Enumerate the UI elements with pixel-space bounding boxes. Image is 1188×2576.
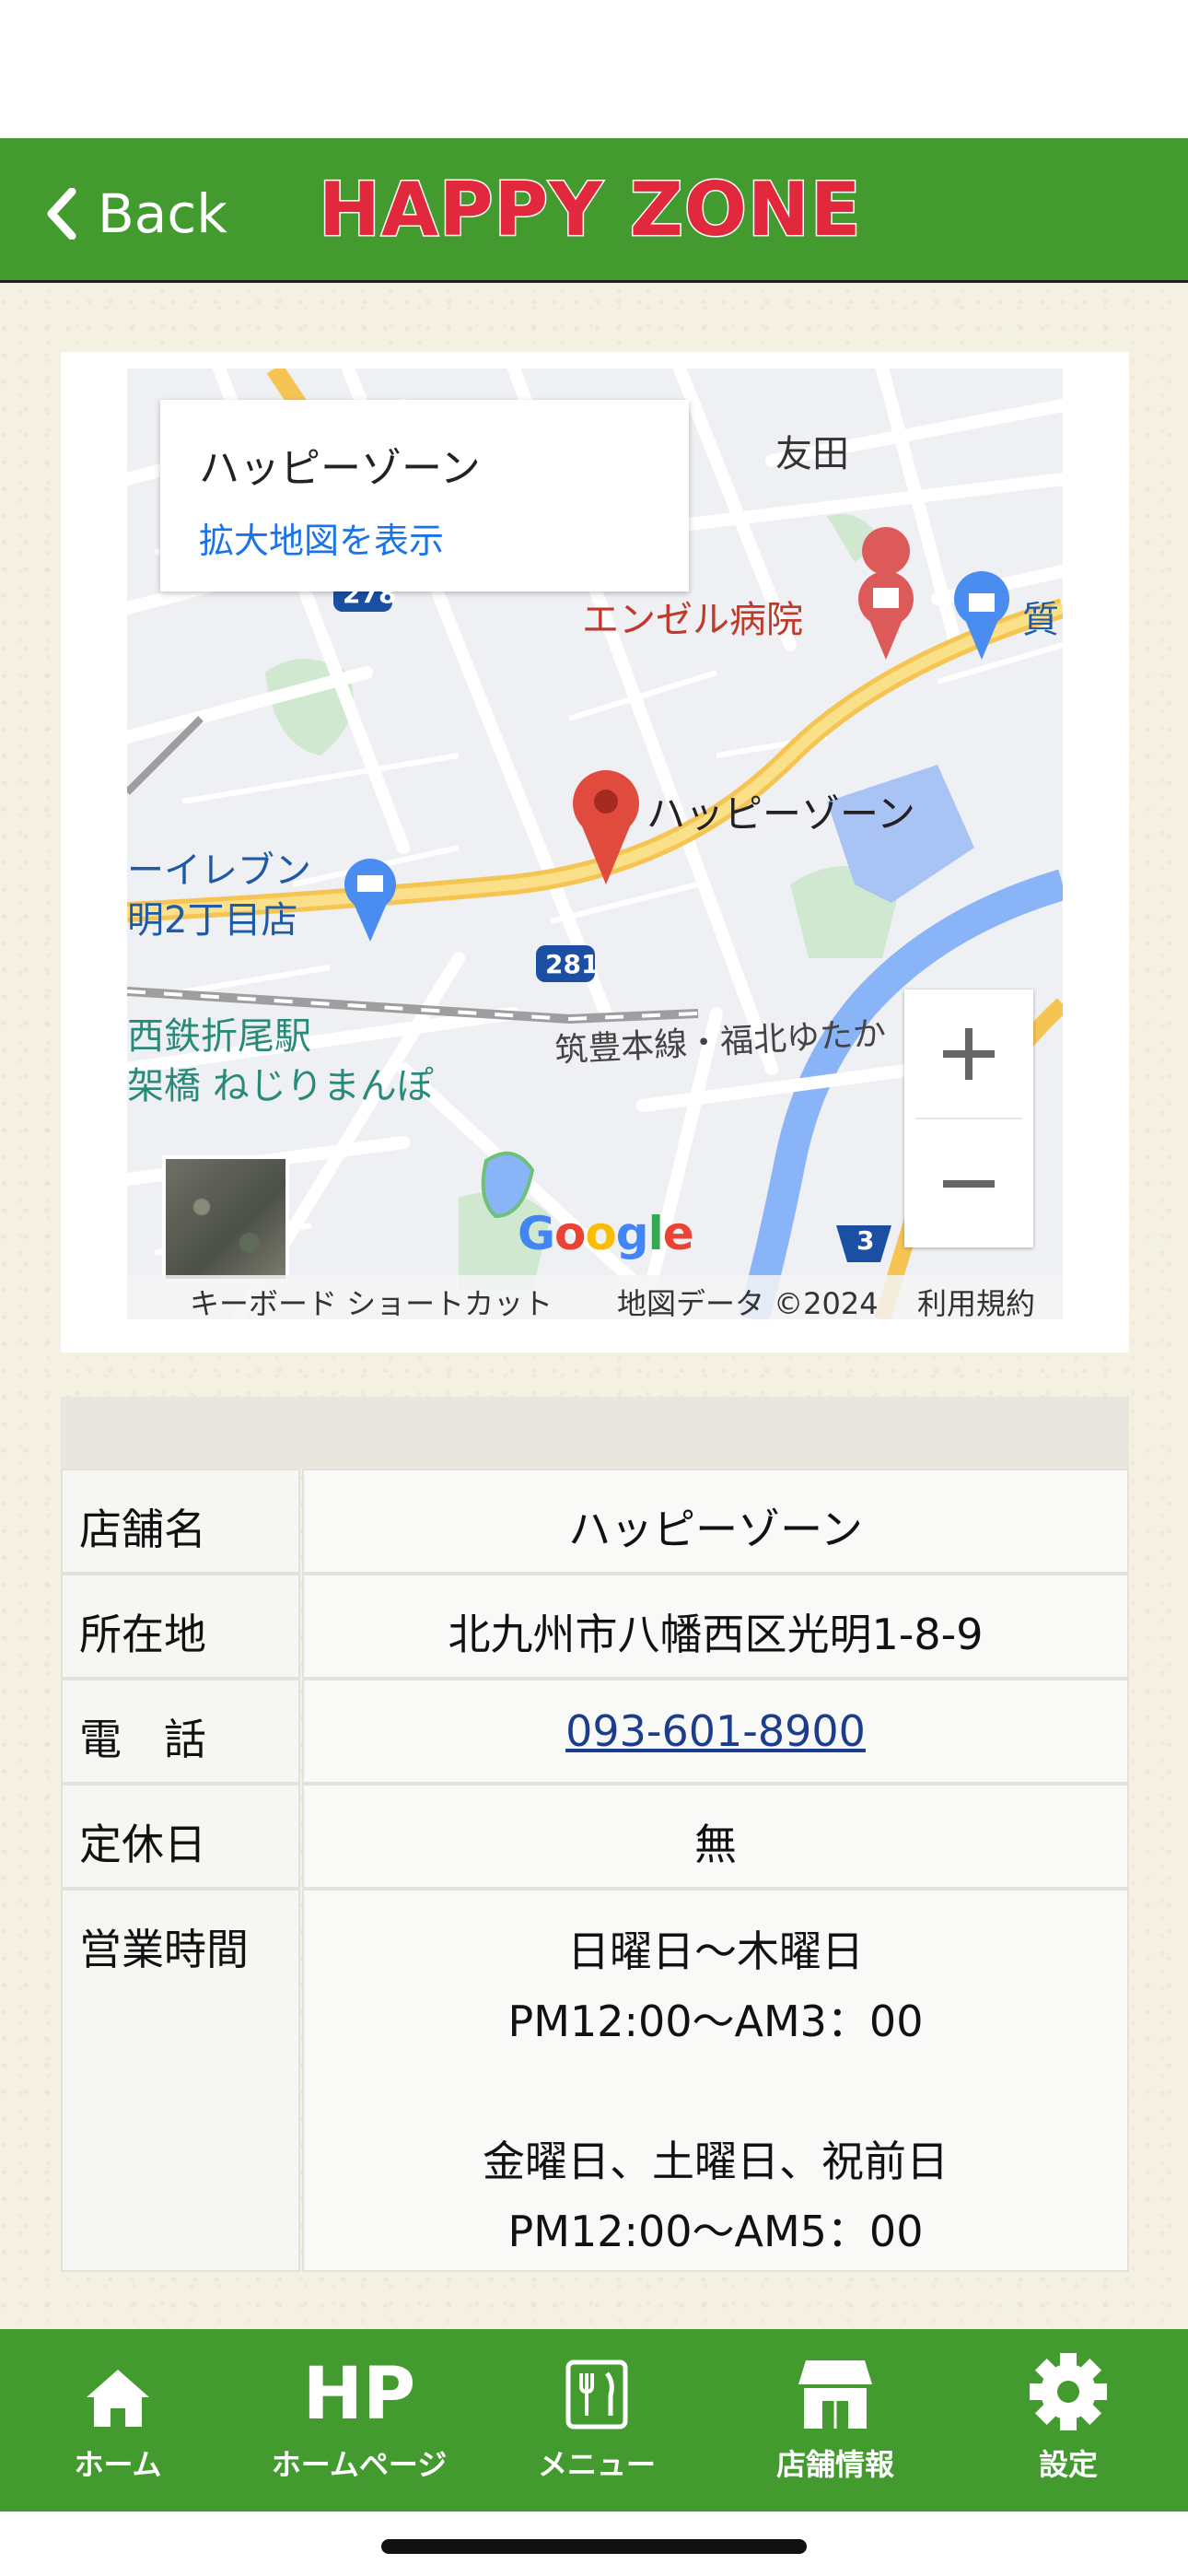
info-table-header bbox=[61, 1397, 1129, 1469]
tab-settings[interactable]: 設定 bbox=[1022, 2329, 1114, 2512]
satellite-toggle[interactable] bbox=[162, 1155, 289, 1282]
map-card: ハッピーゾーン 拡大地図を表示 友田 エンゼル病院 質 ハッピーゾーン ーイレブ… bbox=[61, 352, 1129, 1352]
road-shield-281: 281 bbox=[545, 949, 600, 979]
info-row-closed: 定休日 無 bbox=[61, 1784, 1129, 1889]
map-data-attribution: 地図データ ©2024 bbox=[617, 1286, 879, 1319]
zoom-in-button[interactable] bbox=[904, 989, 1033, 1118]
info-row-phone: 電 話 093-601-8900 bbox=[61, 1679, 1129, 1784]
hours-line: 日曜日～木曜日 bbox=[567, 1926, 864, 1976]
back-button[interactable]: Back bbox=[44, 182, 227, 245]
info-value-hours: 日曜日～木曜日 PM12:00～AM3：00 金曜日、土曜日、祝前日 PM12:… bbox=[302, 1889, 1129, 2272]
map-label-partial: 質 bbox=[1022, 599, 1059, 641]
tab-homepage[interactable]: HP ホームページ bbox=[262, 2329, 457, 2512]
home-indicator[interactable] bbox=[381, 2539, 807, 2554]
info-label: 定休日 bbox=[61, 1784, 300, 1889]
hp-icon: HP bbox=[302, 2353, 416, 2436]
status-bar bbox=[0, 0, 1188, 138]
map-label-station-1: 西鉄折尾駅 bbox=[127, 1015, 311, 1058]
info-row-hours: 営業時間 日曜日～木曜日 PM12:00～AM3：00 金曜日、土曜日、祝前日 … bbox=[61, 1889, 1129, 2272]
map-info-window: ハッピーゾーン 拡大地図を表示 bbox=[160, 400, 689, 591]
info-label: 店舗名 bbox=[61, 1469, 300, 1574]
map-zoom-control bbox=[904, 989, 1033, 1247]
map-attribution: キーボード ショートカット 地図データ ©2024 利用規約 bbox=[127, 1275, 1063, 1319]
tab-label: メニュー bbox=[537, 2447, 656, 2482]
map-view[interactable]: ハッピーゾーン 拡大地図を表示 友田 エンゼル病院 質 ハッピーゾーン ーイレブ… bbox=[127, 369, 1063, 1319]
tab-shop-info[interactable]: 店舗情報 bbox=[766, 2329, 904, 2512]
terms-link[interactable]: 利用規約 bbox=[917, 1281, 1035, 1319]
road-shield-278: 278 bbox=[343, 579, 397, 609]
info-row-address: 所在地 北九州市八幡西区光明1-8-9 bbox=[61, 1574, 1129, 1679]
tab-label: ホーム bbox=[74, 2447, 162, 2482]
info-label: 電 話 bbox=[61, 1679, 300, 1784]
info-value-address: 北九州市八幡西区光明1-8-9 bbox=[302, 1574, 1129, 1679]
google-logo: Google bbox=[518, 1207, 694, 1260]
keyboard-shortcuts-link[interactable]: キーボード ショートカット bbox=[190, 1281, 553, 1319]
hours-line: 金曜日、土曜日、祝前日 bbox=[483, 2137, 949, 2186]
map-label-tomoda: 友田 bbox=[775, 433, 849, 475]
hours-line: PM12:00～AM5：00 bbox=[507, 2207, 924, 2256]
gear-icon bbox=[1030, 2353, 1107, 2430]
tab-menu[interactable]: メニュー bbox=[529, 2329, 665, 2512]
tab-label: 店舗情報 bbox=[775, 2447, 894, 2482]
shop-icon bbox=[798, 2360, 872, 2429]
phone-link[interactable]: 093-601-8900 bbox=[565, 1706, 866, 1756]
app-logo: HAPPY ZONE bbox=[318, 167, 863, 252]
tab-label: ホームページ bbox=[271, 2447, 448, 2482]
info-value-name: ハッピーゾーン bbox=[302, 1469, 1129, 1574]
info-value-closed: 無 bbox=[302, 1784, 1129, 1889]
map-label-seven-eleven-2: 明2丁目店 bbox=[127, 899, 298, 942]
info-row-name: 店舗名 ハッピーゾーン bbox=[61, 1469, 1129, 1574]
info-value-phone: 093-601-8900 bbox=[302, 1679, 1129, 1784]
menu-icon bbox=[565, 2359, 628, 2430]
zoom-out-button[interactable] bbox=[904, 1119, 1033, 1247]
tab-home[interactable]: ホーム bbox=[55, 2329, 181, 2512]
hours-line: PM12:00～AM3：00 bbox=[507, 1996, 924, 2046]
tab-bar: ホーム HP ホームページ メニュー 店舗情報 設定 bbox=[0, 2329, 1188, 2512]
map-label-station-2: 架橋 ねじりまんぽ bbox=[127, 1065, 434, 1107]
info-label: 所在地 bbox=[61, 1574, 300, 1679]
home-icon bbox=[87, 2370, 149, 2427]
road-shield-3: 3 bbox=[856, 1225, 875, 1256]
map-label-marker: ハッピーゾーン bbox=[646, 791, 915, 837]
map-label-hospital: エンゼル病院 bbox=[582, 599, 803, 641]
minus-icon bbox=[943, 1179, 995, 1188]
info-label: 営業時間 bbox=[61, 1889, 300, 2272]
info-window-title: ハッピーゾーン bbox=[199, 445, 481, 492]
app-header: Back HAPPY ZONE bbox=[0, 138, 1188, 283]
back-label: Back bbox=[98, 182, 227, 245]
view-larger-map-link[interactable]: 拡大地図を表示 bbox=[199, 512, 689, 563]
tab-label: 設定 bbox=[1038, 2447, 1098, 2482]
map-label-seven-eleven-1: ーイレブン bbox=[127, 849, 311, 892]
plus-icon bbox=[943, 1027, 995, 1080]
chevron-left-icon bbox=[47, 188, 76, 240]
